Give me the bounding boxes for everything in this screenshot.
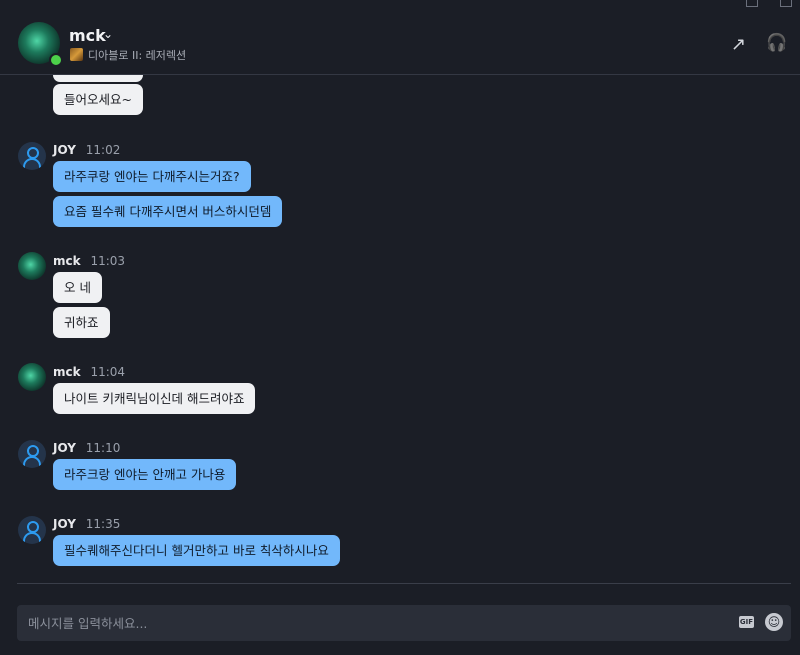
- gif-icon[interactable]: GIF: [739, 616, 754, 628]
- avatar[interactable]: [18, 252, 46, 280]
- message-bubble-partial: [53, 75, 143, 82]
- message-bubble[interactable]: 라주쿠랑 엔야는 다깨주시는거죠?: [53, 161, 251, 192]
- message-bubble[interactable]: 들어오세요~: [53, 84, 143, 115]
- timestamp: 11:10: [85, 441, 121, 455]
- sender-name[interactable]: JOY: [53, 143, 76, 157]
- avatar[interactable]: [18, 516, 46, 544]
- timestamp: 11:04: [90, 365, 126, 379]
- chevron-down-icon[interactable]: ⌄: [103, 27, 113, 41]
- headset-icon[interactable]: 🎧: [766, 33, 787, 53]
- message-bubble[interactable]: 요즘 필수퀘 다깨주시면서 버스하시던뎀: [53, 196, 283, 227]
- message-bubble[interactable]: 귀하죠: [53, 307, 110, 338]
- timestamp: 11:03: [90, 254, 126, 268]
- sender-name[interactable]: JOY: [53, 441, 76, 455]
- game-icon: [70, 48, 83, 61]
- avatar[interactable]: [18, 363, 46, 391]
- sender-name[interactable]: mck: [53, 254, 81, 268]
- message-list[interactable]: 들어오세요~ JOY 11:02 라주쿠랑 엔야는 다깨주시는거죠? 요즘 필수…: [0, 75, 800, 583]
- online-status-indicator: [49, 53, 63, 67]
- current-game: 디아블로 II: 레저렉션: [88, 49, 187, 62]
- contact-name[interactable]: mck: [69, 26, 106, 45]
- message-bubble[interactable]: 라주크랑 엔야는 안깨고 가나용: [53, 459, 237, 490]
- timestamp: 11:02: [85, 143, 121, 157]
- timestamp: 11:35: [85, 517, 121, 531]
- avatar[interactable]: [18, 440, 46, 468]
- sender-name[interactable]: JOY: [53, 517, 76, 531]
- composer-divider: [17, 583, 791, 584]
- message-bubble[interactable]: 필수퀘해주신다더니 헬거만하고 바로 칙삭하시나요: [53, 535, 340, 566]
- message-bubble[interactable]: 오 네: [53, 272, 102, 303]
- message-composer: GIF ☺: [17, 605, 791, 641]
- expand-icon[interactable]: ↗: [731, 34, 746, 55]
- avatar[interactable]: [18, 142, 46, 170]
- chat-header: mck ⌄ 디아블로 II: 레저렉션 ↗ 🎧: [0, 0, 800, 75]
- message-bubble[interactable]: 나이트 키캐릭님이신데 해드려야죠: [53, 383, 256, 414]
- sender-name[interactable]: mck: [53, 365, 81, 379]
- message-input[interactable]: [17, 605, 739, 641]
- emoji-icon[interactable]: ☺: [765, 613, 783, 631]
